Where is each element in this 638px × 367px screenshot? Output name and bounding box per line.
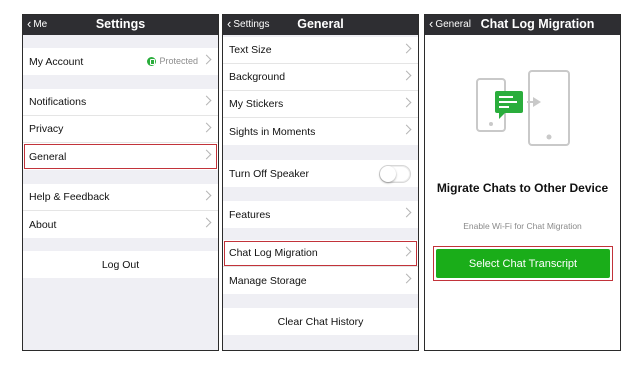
row-features[interactable]: Features (223, 201, 418, 228)
row-background[interactable]: Background (223, 64, 418, 91)
features-group: Features (223, 201, 418, 228)
row-label: Help & Feedback (29, 191, 110, 203)
chevron-right-icon (401, 43, 412, 54)
chevron-right-icon (201, 149, 212, 160)
row-label: Features (229, 208, 271, 221)
row-notifications[interactable]: Notifications (23, 89, 218, 116)
row-chat-log-migration[interactable]: Chat Log Migration (223, 240, 418, 267)
chevron-right-icon (401, 97, 412, 108)
row-about[interactable]: About (23, 211, 218, 238)
migration-subtitle: Enable Wi-Fi for Chat Migration (463, 221, 582, 231)
row-label: Manage Storage (229, 274, 307, 287)
select-transcript-highlight: Select Chat Transcript (433, 246, 613, 281)
chevron-right-icon (401, 124, 412, 135)
chevron-right-icon (201, 95, 212, 106)
logout-label: Log Out (101, 258, 140, 271)
row-sights-in-moments[interactable]: Sights in Moments (223, 118, 418, 145)
clear-group: Clear Chat History (223, 308, 418, 335)
select-chat-transcript-button[interactable]: Select Chat Transcript (436, 249, 610, 278)
speaker-toggle[interactable] (379, 165, 411, 183)
chevron-right-icon (201, 122, 212, 133)
general-screen: ‹ Settings General Text Size Background … (222, 14, 419, 351)
settings-navbar: ‹ Me Settings (23, 15, 218, 35)
settings-screen: ‹ Me Settings My Account Protected Notif… (22, 14, 219, 351)
logout-button[interactable]: Log Out (23, 251, 218, 278)
logout-group: Log Out (23, 251, 218, 278)
chevron-right-icon (201, 54, 212, 65)
page-title: General (297, 17, 344, 31)
row-my-stickers[interactable]: My Stickers (223, 91, 418, 118)
page-title: Chat Log Migration (480, 17, 595, 31)
toggle-knob (380, 166, 396, 182)
row-label: My Stickers (229, 98, 284, 110)
row-label: Chat Log Migration (229, 247, 318, 259)
row-turn-off-speaker: Turn Off Speaker (223, 160, 418, 187)
row-label: Background (229, 71, 286, 83)
support-group: Help & Feedback About (23, 184, 218, 238)
row-manage-storage[interactable]: Manage Storage (223, 267, 418, 294)
phone-migration-illustration-icon (476, 70, 570, 146)
chevron-right-icon (401, 246, 412, 257)
storage-group: Chat Log Migration Manage Storage (223, 240, 418, 294)
clear-label: Clear Chat History (277, 315, 364, 328)
main-settings-group: Notifications Privacy General (23, 89, 218, 170)
row-label: Text Size (229, 44, 272, 56)
row-label: About (29, 218, 57, 231)
general-navbar: ‹ Settings General (223, 15, 418, 35)
chevron-right-icon (401, 273, 412, 284)
migration-screen: ‹ General Chat Log Migration Migrate Cha… (424, 14, 621, 351)
chevron-right-icon (401, 70, 412, 81)
row-help-feedback[interactable]: Help & Feedback (23, 184, 218, 211)
speaker-group: Turn Off Speaker (223, 160, 418, 187)
row-general[interactable]: General (23, 143, 218, 170)
row-text-size[interactable]: Text Size (223, 37, 418, 64)
migration-heading: Migrate Chats to Other Device (436, 181, 609, 195)
chevron-right-icon (201, 217, 212, 228)
chevron-left-icon: ‹ (429, 16, 434, 31)
row-label: Notifications (29, 96, 87, 108)
account-group: My Account Protected (23, 48, 218, 75)
row-privacy[interactable]: Privacy (23, 116, 218, 143)
row-label: My Account (29, 55, 84, 68)
row-my-account[interactable]: My Account Protected (23, 48, 218, 75)
row-label: Turn Off Speaker (229, 167, 309, 180)
display-group: Text Size Background My Stickers Sights … (223, 37, 418, 145)
status-badge: Protected (147, 56, 198, 66)
lock-icon (147, 56, 157, 66)
chevron-right-icon (401, 207, 412, 218)
migration-navbar: ‹ General Chat Log Migration (425, 15, 620, 35)
chevron-right-icon (201, 190, 212, 201)
badge-label: Protected (159, 56, 198, 66)
row-label: General (29, 150, 67, 163)
page-title: Settings (95, 17, 146, 31)
row-label: Privacy (29, 123, 64, 135)
row-label: Sights in Moments (229, 125, 316, 138)
clear-chat-history-button[interactable]: Clear Chat History (223, 308, 418, 335)
